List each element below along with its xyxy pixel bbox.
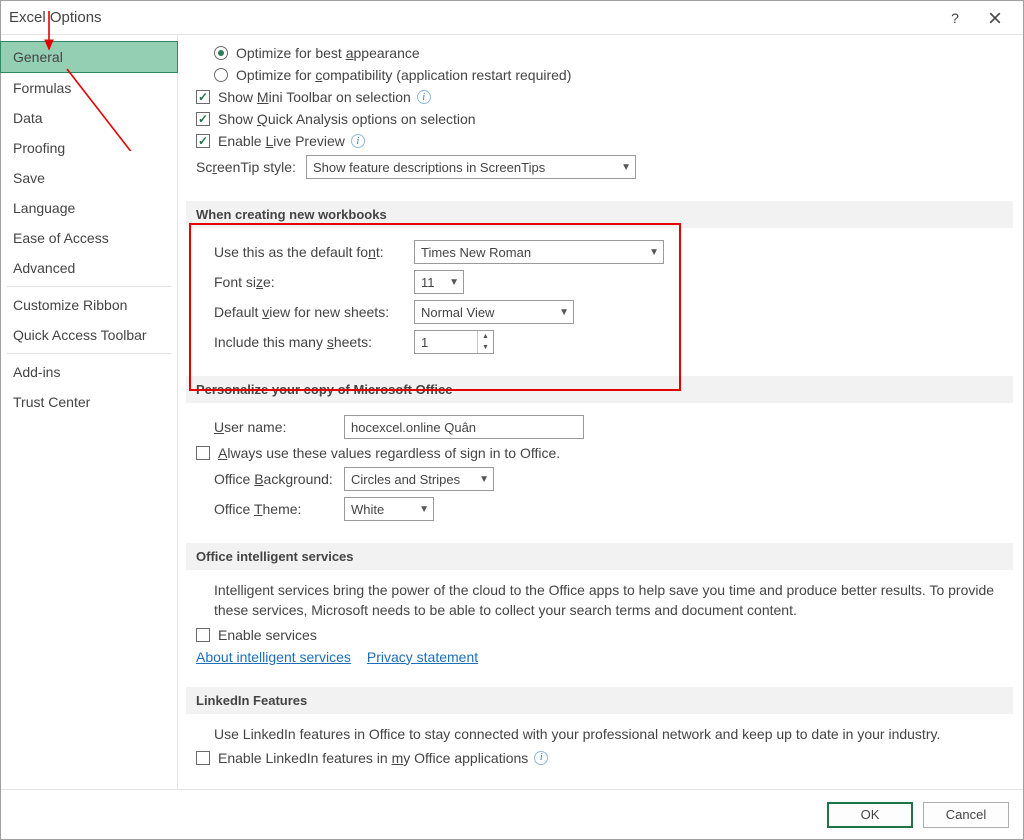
input-user-name[interactable]: hocexcel.online Quân — [344, 415, 584, 439]
group-intelligent-services: Intelligent services bring the power of … — [186, 570, 1013, 683]
row-sheet-count: Include this many sheets: 1 ▲▼ — [214, 330, 999, 354]
sidebar-item-formulas[interactable]: Formulas — [1, 73, 177, 103]
group-personalize: User name: hocexcel.online Quân Always u… — [186, 403, 1013, 539]
chevron-down-icon: ▼ — [441, 277, 459, 288]
spinner-arrows[interactable]: ▲▼ — [477, 331, 493, 353]
dd-font-size[interactable]: 11 ▼ — [414, 270, 464, 294]
sidebar-item-advanced[interactable]: Advanced — [1, 253, 177, 283]
cb-mini-toolbar[interactable]: Show Mini Toolbar on selection i — [196, 89, 999, 105]
sidebar-item-language[interactable]: Language — [1, 193, 177, 223]
sidebar-item-general[interactable]: General — [0, 41, 178, 73]
checkbox-icon — [196, 90, 210, 104]
sidebar-item-data[interactable]: Data — [1, 103, 177, 133]
checkbox-icon — [196, 112, 210, 126]
help-button[interactable]: ? — [935, 4, 975, 32]
sidebar-item-ease-of-access[interactable]: Ease of Access — [1, 223, 177, 253]
radio-compatibility[interactable]: Optimize for compatibility (application … — [214, 67, 999, 83]
cb-live-preview[interactable]: Enable Live Preview i — [196, 133, 999, 149]
sidebar-item-add-ins[interactable]: Add-ins — [1, 357, 177, 387]
ok-button[interactable]: OK — [827, 802, 913, 828]
dd-screentip-style[interactable]: Show feature descriptions in ScreenTips … — [306, 155, 636, 179]
chevron-down-icon: ▼ — [641, 247, 659, 258]
ui-options-group: Optimize for best appearance Optimize fo… — [186, 45, 1013, 197]
chevron-up-icon: ▲ — [478, 331, 493, 342]
row-font-size: Font size: 11 ▼ — [214, 270, 999, 294]
checkbox-icon — [196, 446, 210, 460]
sidebar-item-trust-center[interactable]: Trust Center — [1, 387, 177, 417]
cb-always-use-values[interactable]: Always use these values regardless of si… — [196, 445, 999, 461]
close-icon — [989, 12, 1001, 24]
category-sidebar: General Formulas Data Proofing Save Lang… — [1, 35, 178, 789]
radio-icon — [214, 46, 228, 60]
excel-options-dialog: Excel Options ? General Formulas Data Pr… — [0, 0, 1024, 840]
row-default-font: Use this as the default font: Times New … — [214, 240, 999, 264]
info-icon[interactable]: i — [534, 751, 548, 765]
chevron-down-icon: ▼ — [478, 342, 493, 353]
sidebar-item-save[interactable]: Save — [1, 163, 177, 193]
chevron-down-icon: ▼ — [411, 504, 429, 515]
sidebar-item-quick-access-toolbar[interactable]: Quick Access Toolbar — [1, 320, 177, 350]
chevron-down-icon: ▼ — [613, 162, 631, 173]
group-header-intelligent-services: Office intelligent services — [186, 543, 1013, 570]
cb-quick-analysis[interactable]: Show Quick Analysis options on selection — [196, 111, 999, 127]
cb-enable-services[interactable]: Enable services — [196, 627, 999, 643]
spinner-sheet-count[interactable]: 1 ▲▼ — [414, 330, 494, 354]
info-icon[interactable]: i — [351, 134, 365, 148]
sidebar-separator — [7, 286, 171, 287]
linkedin-desc: Use LinkedIn features in Office to stay … — [214, 720, 999, 744]
titlebar: Excel Options ? — [1, 1, 1023, 35]
sidebar-item-proofing[interactable]: Proofing — [1, 133, 177, 163]
checkbox-icon — [196, 751, 210, 765]
group-new-workbooks: Use this as the default font: Times New … — [186, 228, 1013, 372]
sidebar-item-customize-ribbon[interactable]: Customize Ribbon — [1, 290, 177, 320]
dd-office-theme[interactable]: White ▼ — [344, 497, 434, 521]
dd-office-background[interactable]: Circles and Stripes ▼ — [344, 467, 494, 491]
row-office-background: Office Background: Circles and Stripes ▼ — [214, 467, 999, 491]
row-default-view: Default view for new sheets: Normal View… — [214, 300, 999, 324]
chevron-down-icon: ▼ — [471, 474, 489, 485]
cb-enable-linkedin[interactable]: Enable LinkedIn features in my Office ap… — [196, 750, 999, 766]
intelligent-desc: Intelligent services bring the power of … — [214, 576, 999, 621]
dd-default-font[interactable]: Times New Roman ▼ — [414, 240, 664, 264]
group-header-linkedin: LinkedIn Features — [186, 687, 1013, 714]
checkbox-icon — [196, 628, 210, 642]
row-user-name: User name: hocexcel.online Quân — [214, 415, 999, 439]
group-header-new-workbooks: When creating new workbooks — [186, 201, 1013, 228]
checkbox-icon — [196, 134, 210, 148]
scroll-area[interactable]: Optimize for best appearance Optimize fo… — [186, 39, 1019, 785]
row-office-theme: Office Theme: White ▼ — [214, 497, 999, 521]
content-pane: Optimize for best appearance Optimize fo… — [178, 35, 1023, 789]
link-about-intelligent-services[interactable]: About intelligent services — [196, 649, 351, 665]
group-linkedin: Use LinkedIn features in Office to stay … — [186, 714, 1013, 784]
dialog-footer: OK Cancel — [1, 789, 1023, 839]
radio-best-appearance[interactable]: Optimize for best appearance — [214, 45, 999, 61]
row-screentip-style: ScreenTip style: Show feature descriptio… — [196, 155, 999, 179]
link-privacy-statement[interactable]: Privacy statement — [367, 649, 478, 665]
dd-default-view[interactable]: Normal View ▼ — [414, 300, 574, 324]
window-title: Excel Options — [9, 9, 935, 26]
dialog-body: General Formulas Data Proofing Save Lang… — [1, 35, 1023, 789]
group-header-personalize: Personalize your copy of Microsoft Offic… — [186, 376, 1013, 403]
radio-icon — [214, 68, 228, 82]
info-icon[interactable]: i — [417, 90, 431, 104]
chevron-down-icon: ▼ — [551, 307, 569, 318]
cancel-button[interactable]: Cancel — [923, 802, 1009, 828]
close-button[interactable] — [975, 4, 1015, 32]
sidebar-separator — [7, 353, 171, 354]
